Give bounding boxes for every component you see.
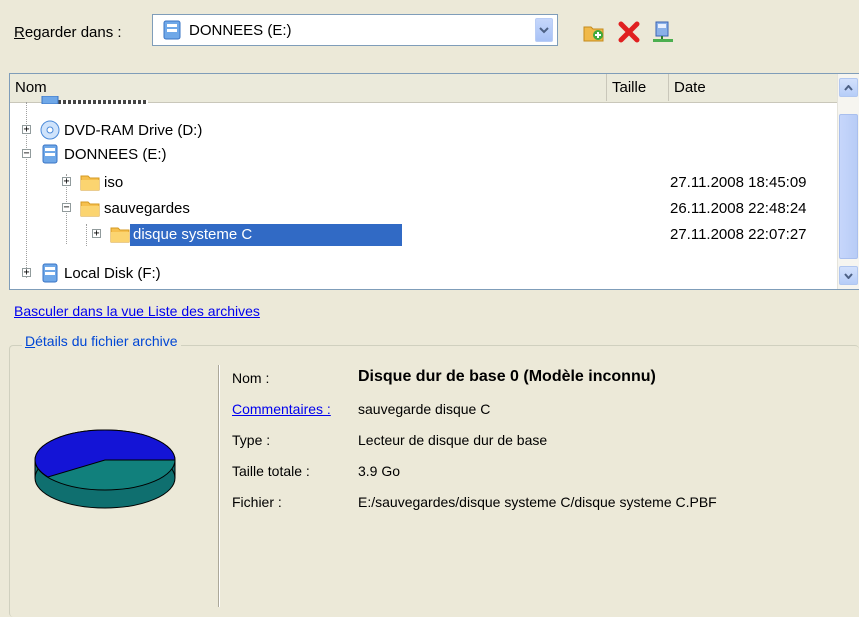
collapse-icon[interactable]: − — [62, 203, 71, 213]
tree-item-label: sauvegardes — [104, 200, 190, 217]
tree-row[interactable]: + DVD-RAM Drive (D:) — [10, 118, 838, 143]
tree-row[interactable]: + iso 27.11.2008 18:45:09 — [10, 170, 838, 195]
scroll-up-icon[interactable] — [839, 78, 858, 97]
scrollbar-thumb[interactable] — [839, 114, 858, 259]
chevron-down-icon[interactable] — [535, 18, 553, 42]
drive-icon-partial — [41, 96, 59, 104]
tree-item-label: disque systeme C — [130, 224, 403, 246]
tree-row[interactable]: − DONNEES (E:) — [10, 142, 838, 167]
new-folder-icon[interactable] — [582, 20, 606, 44]
tree-item-label: DVD-RAM Drive (D:) — [64, 122, 203, 139]
file-tree-list[interactable]: Nom Taille Date + DVD-RAM Drive (D:) − D… — [9, 73, 859, 290]
comments-link[interactable]: Commentaires : — [232, 401, 331, 417]
column-header: Nom Taille Date — [10, 74, 838, 103]
name-label: Nom : — [232, 370, 270, 386]
scroll-down-icon[interactable] — [839, 266, 858, 285]
details-group-title: Détails du fichier archive — [22, 333, 181, 349]
folder-icon — [80, 175, 100, 191]
tree-item-label: iso — [104, 174, 124, 191]
type-value: Lecteur de disque dur de base — [358, 432, 548, 448]
type-label: Type : — [232, 432, 271, 448]
file-label: Fichier : — [232, 494, 282, 510]
hard-drive-icon — [42, 144, 58, 164]
column-header-date[interactable]: Date — [669, 74, 838, 101]
hard-drive-icon — [163, 20, 181, 40]
look-in-label: Regarder dans : — [14, 24, 122, 41]
total-size-label: Taille totale : — [232, 463, 310, 479]
hard-drive-icon — [42, 263, 58, 283]
expand-icon[interactable]: + — [62, 177, 71, 187]
location-value: DONNEES (E:) — [189, 21, 292, 39]
network-drive-icon[interactable] — [651, 20, 675, 44]
total-size-value: 3.9 Go — [358, 463, 401, 479]
expand-icon[interactable]: + — [22, 268, 31, 278]
vertical-scrollbar[interactable] — [837, 74, 859, 289]
folder-icon — [80, 201, 100, 217]
tree-item-date: 27.11.2008 18:45:09 — [670, 174, 807, 191]
folder-icon — [110, 227, 130, 243]
tree-item-label: DONNEES (E:) — [64, 146, 167, 163]
tree-row-selected[interactable]: + disque systeme C 27.11.2008 22:07:27 — [10, 222, 838, 247]
delete-icon[interactable] — [617, 20, 641, 44]
tree-item-label: Local Disk (F:) — [64, 265, 161, 282]
location-combobox[interactable]: DONNEES (E:) — [152, 14, 558, 46]
name-value: Disque dur de base 0 (Modèle inconnu) — [358, 368, 656, 385]
comments-value: sauvegarde disque C — [358, 401, 491, 417]
tree-item-date: 26.11.2008 22:48:24 — [670, 200, 807, 217]
disk-pie-icon — [34, 429, 176, 509]
tree-row[interactable]: − sauvegardes 26.11.2008 22:48:24 — [10, 196, 838, 221]
file-value: E:/sauvegardes/disque systeme C/disque s… — [358, 494, 717, 510]
tree-item-date: 27.11.2008 22:07:27 — [670, 226, 807, 243]
collapse-icon[interactable]: − — [22, 149, 31, 159]
details-separator — [218, 365, 220, 607]
partial-row — [58, 100, 148, 104]
column-header-size[interactable]: Taille — [607, 74, 669, 101]
switch-view-link[interactable]: Basculer dans la vue Liste des archives — [14, 303, 260, 319]
cd-drive-icon — [40, 120, 60, 140]
tree-row[interactable]: + Local Disk (F:) — [10, 261, 838, 286]
expand-icon[interactable]: + — [92, 229, 101, 239]
column-header-name[interactable]: Nom — [10, 74, 607, 101]
expand-icon[interactable]: + — [22, 125, 31, 135]
